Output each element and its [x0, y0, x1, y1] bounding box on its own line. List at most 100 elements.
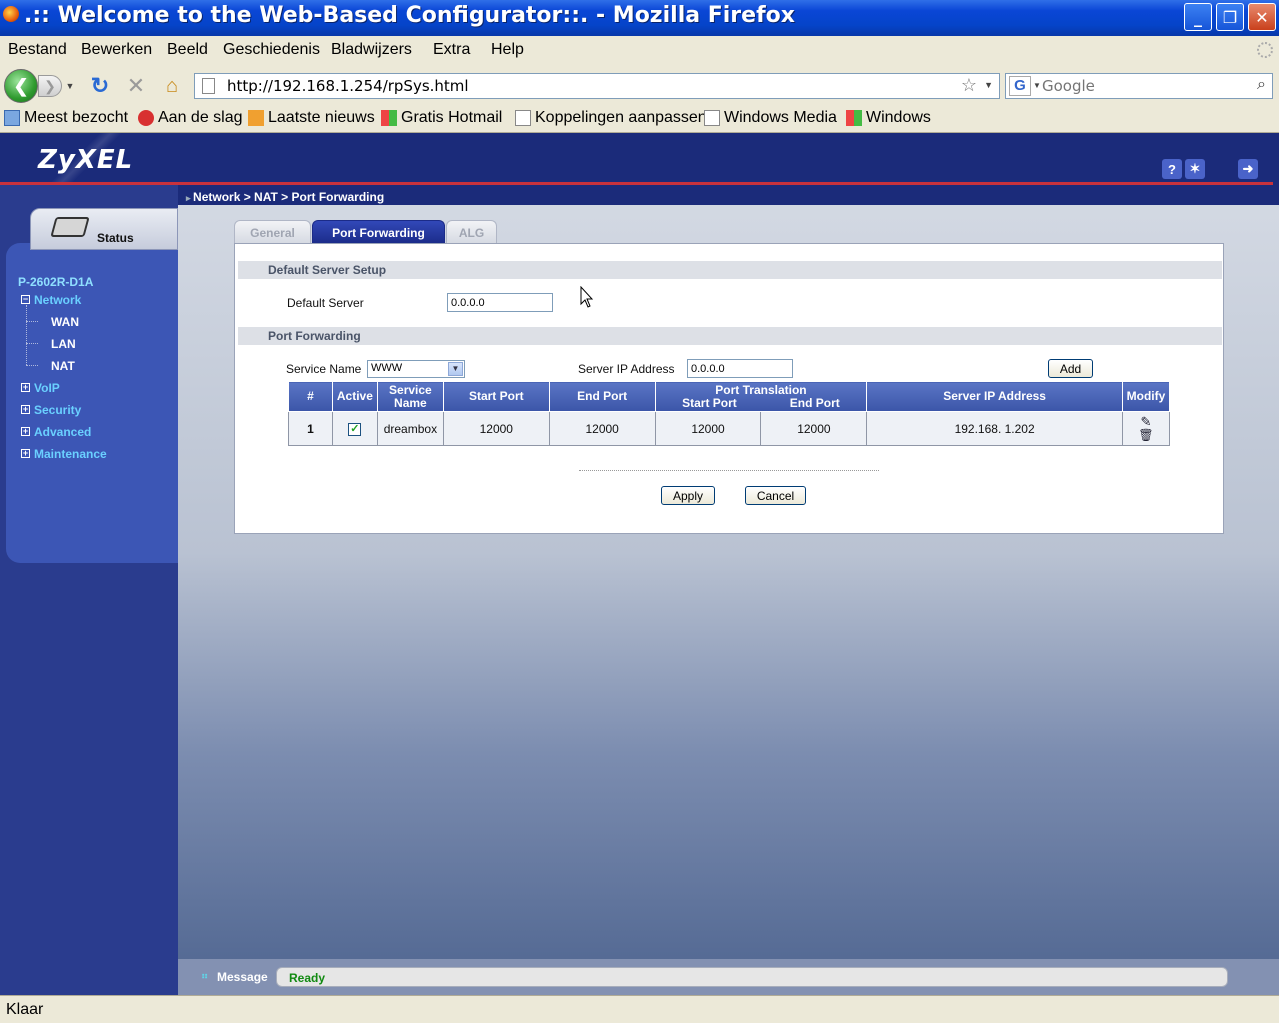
throbber-icon: [1257, 42, 1273, 58]
section-port-forwarding: Port Forwarding: [238, 327, 1222, 345]
sidebar-item-lan[interactable]: LAN: [51, 337, 76, 351]
bookmark-aan-de-slag[interactable]: Aan de slag: [138, 109, 243, 127]
home-icon: ⌂: [165, 74, 179, 97]
bookmark-windows[interactable]: Windows: [846, 109, 931, 127]
col-translation-start: Start Port: [682, 395, 737, 410]
back-button[interactable]: ❮: [4, 69, 38, 103]
message-bar: ⠶ Message Ready: [178, 959, 1279, 995]
menu-beeld[interactable]: Beeld: [167, 41, 208, 59]
minimize-button[interactable]: _: [1184, 3, 1212, 31]
url-bar[interactable]: ☆ ▼: [194, 73, 1000, 99]
col-modify: Modify: [1121, 381, 1171, 412]
forward-button[interactable]: ❯: [38, 75, 62, 97]
router-page: ZyXEL ? ✶ ➜ Status ▸ Network > NAT > Por…: [0, 133, 1279, 995]
search-input[interactable]: [1042, 76, 1242, 96]
apply-button[interactable]: Apply: [661, 486, 715, 505]
row-end-port: 12000: [548, 411, 656, 446]
logout-icon[interactable]: ➜: [1238, 159, 1258, 179]
sidebar-item-maintenance[interactable]: Maintenance: [34, 447, 107, 461]
menu-bewerken[interactable]: Bewerken: [81, 41, 152, 59]
window-title: .:: Welcome to the Web-Based Configurato…: [24, 3, 795, 28]
menu-bestand[interactable]: Bestand: [8, 41, 67, 59]
col-server-ip: Server IP Address: [866, 381, 1123, 412]
mouse-cursor-icon: [580, 286, 594, 308]
content-panel: Default Server Setup Default Server Port…: [234, 243, 1224, 534]
default-server-input[interactable]: [447, 293, 553, 312]
default-server-label: Default Server: [287, 296, 364, 310]
stop-button[interactable]: ✕: [124, 73, 148, 98]
col-num: #: [288, 381, 333, 412]
row-server-ip: 192.168. 1.202: [866, 411, 1123, 446]
expand-icon[interactable]: +: [21, 427, 30, 436]
col-translation-title: Port Translation: [715, 382, 807, 397]
col-service-name: Service Name: [376, 381, 444, 412]
menu-help[interactable]: Help: [491, 41, 524, 59]
service-name-select[interactable]: WWW ▼: [367, 360, 465, 378]
col-end-port: End Port: [548, 381, 656, 412]
sidebar-item-security[interactable]: Security: [34, 403, 81, 417]
divider: [579, 470, 879, 471]
help-icon[interactable]: ?: [1162, 159, 1182, 179]
bookmark-koppelingen-aanpassen[interactable]: Koppelingen aanpassen: [515, 109, 707, 127]
col-start-port: Start Port: [442, 381, 550, 412]
chevron-down-icon: ▼: [448, 362, 463, 376]
rss-icon: [248, 110, 264, 126]
expand-icon[interactable]: +: [21, 449, 30, 458]
bookmark-gratis-hotmail[interactable]: Gratis Hotmail: [381, 109, 502, 127]
menu-extra[interactable]: Extra: [433, 41, 470, 59]
col-service-line2: Name: [394, 395, 427, 410]
col-active: Active: [331, 381, 378, 412]
row-translation-end: 12000: [760, 411, 868, 446]
cancel-button[interactable]: Cancel: [745, 486, 806, 505]
home-button[interactable]: ⌂: [160, 74, 184, 98]
device-model: P-2602R-D1A: [18, 275, 94, 289]
col-translation-sub: Start Port End Port: [656, 395, 867, 410]
bookmark-meest-bezocht[interactable]: Meest bezocht: [4, 109, 128, 127]
sidebar-item-advanced[interactable]: Advanced: [34, 425, 91, 439]
navigation-toolbar: ❮ ❯ ▼ ↻ ✕ ⌂ ☆ ▼ G ▼ ⌕: [0, 66, 1279, 106]
sidebar-item-voip[interactable]: VoIP: [34, 381, 60, 395]
edit-icon[interactable]: ✎: [1123, 415, 1169, 429]
row-active: ✓: [331, 411, 378, 446]
bookmark-star-icon[interactable]: ☆: [961, 75, 977, 96]
breadcrumb-arrow-icon: ▸: [186, 193, 194, 203]
page-icon: [515, 110, 531, 126]
tab-general[interactable]: General: [234, 220, 311, 244]
add-button[interactable]: Add: [1048, 359, 1093, 378]
window-title-bar: .:: Welcome to the Web-Based Configurato…: [0, 0, 1279, 36]
status-tab[interactable]: Status: [30, 208, 178, 250]
close-button[interactable]: ✕: [1248, 3, 1276, 31]
engine-dropdown-icon[interactable]: ▼: [1033, 81, 1041, 90]
search-icon[interactable]: ⌕: [1257, 76, 1266, 94]
menu-bladwijzers[interactable]: Bladwijzers: [331, 41, 412, 59]
tree-line: [26, 365, 38, 366]
url-dropdown-icon[interactable]: ▼: [984, 80, 993, 90]
maximize-button[interactable]: ❐: [1216, 3, 1244, 31]
sidebar-item-network[interactable]: Network: [34, 293, 81, 307]
bookmark-windows-media[interactable]: Windows Media: [704, 109, 837, 127]
bookmark-laatste-nieuws[interactable]: Laatste nieuws: [248, 109, 375, 127]
tab-alg[interactable]: ALG: [446, 220, 497, 244]
expand-icon[interactable]: +: [21, 383, 30, 392]
wizard-icon[interactable]: ✶: [1185, 159, 1205, 179]
server-ip-input[interactable]: [687, 359, 793, 378]
windows-flag-icon: [846, 110, 862, 126]
expand-icon[interactable]: +: [21, 405, 30, 414]
menu-bar: Bestand Bewerken Beeld Geschiedenis Blad…: [0, 36, 1279, 66]
sidebar-item-nat[interactable]: NAT: [51, 359, 75, 373]
active-checkbox[interactable]: ✓: [348, 423, 362, 436]
google-engine-icon[interactable]: G: [1009, 76, 1031, 96]
port-forwarding-table: # Active Service Name Start Port End Por…: [288, 381, 1171, 446]
menu-geschiedenis[interactable]: Geschiedenis: [223, 41, 320, 59]
tab-port-forwarding[interactable]: Port Forwarding: [312, 220, 445, 244]
url-input[interactable]: [227, 76, 947, 96]
sidebar-panel: [6, 243, 178, 563]
history-dropdown-button[interactable]: ▼: [64, 78, 76, 94]
trash-icon[interactable]: 🗑: [1123, 429, 1169, 442]
collapse-icon[interactable]: −: [21, 295, 30, 304]
search-bar[interactable]: G ▼ ⌕: [1005, 73, 1273, 99]
bookmarks-toolbar: Meest bezocht Aan de slag Laatste nieuws…: [0, 106, 1279, 133]
sidebar-item-wan[interactable]: WAN: [51, 315, 79, 329]
reload-button[interactable]: ↻: [88, 73, 112, 98]
tree-line: [26, 305, 27, 365]
